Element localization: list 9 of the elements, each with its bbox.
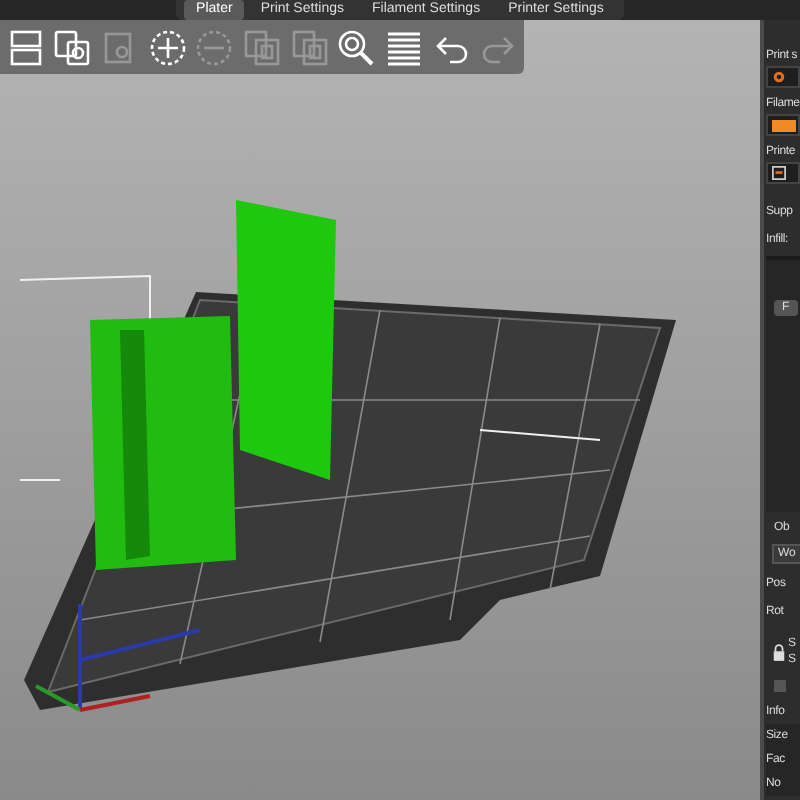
search-icon[interactable] bbox=[334, 25, 379, 69]
checkbox[interactable] bbox=[774, 680, 786, 692]
filament-swatch bbox=[772, 119, 796, 131]
copy-icon[interactable] bbox=[51, 25, 95, 69]
lock-icon[interactable] bbox=[772, 643, 786, 661]
printer-dropdown[interactable] bbox=[766, 162, 800, 184]
filament-dropdown[interactable] bbox=[766, 114, 800, 136]
print-preset-dropdown[interactable] bbox=[766, 66, 800, 88]
add-icon[interactable] bbox=[145, 25, 190, 69]
